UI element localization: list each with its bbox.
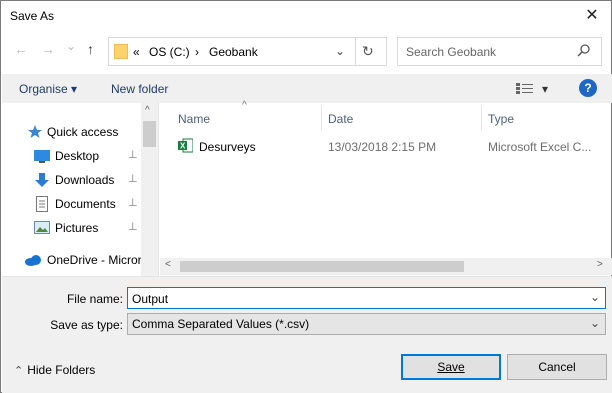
sidebar-item-label: OneDrive - Micror	[47, 253, 142, 267]
pane-divider	[158, 103, 159, 276]
save-as-dialog: Save As ✕ ← → ⌄ ↑ « OS (C:) › Geobank ⌄ …	[0, 0, 612, 393]
cancel-button[interactable]: Cancel	[507, 354, 607, 380]
hide-folders-label: Hide Folders	[27, 363, 96, 377]
up-arrow-icon[interactable]: ↑	[87, 41, 94, 57]
scroll-right-icon[interactable]: >	[597, 259, 603, 270]
pin-icon: ⊥	[128, 149, 138, 161]
pin-icon: ⊥	[128, 197, 138, 209]
view-options-icon[interactable]	[516, 82, 534, 95]
pin-icon: ⊥	[128, 221, 138, 233]
breadcrumb-drive[interactable]: OS (C:)	[149, 45, 190, 59]
sidebar-item-label: Documents	[55, 197, 116, 211]
close-button[interactable]: ✕	[579, 4, 605, 28]
chevron-up-icon: ⌃	[14, 365, 24, 377]
help-icon[interactable]: ?	[579, 79, 597, 97]
file-type: Microsoft Excel C...	[488, 140, 592, 154]
hide-folders-button[interactable]: ⌃ Hide Folders	[14, 363, 95, 377]
breadcrumb-overflow[interactable]: «	[133, 45, 140, 59]
breadcrumb-folder[interactable]: Geobank	[209, 45, 258, 59]
sidebar-item-pictures[interactable]: Pictures ⊥	[2, 217, 142, 239]
search-icon[interactable]	[576, 43, 592, 59]
forward-arrow-icon[interactable]: →	[41, 41, 55, 57]
file-date: 13/03/2018 2:15 PM	[328, 140, 437, 154]
address-dropdown-icon[interactable]: ⌄	[335, 44, 345, 58]
sidebar-item-quick-access[interactable]: Quick access	[2, 121, 142, 143]
desktop-icon	[34, 150, 50, 163]
scrollbar-thumb[interactable]	[143, 121, 156, 147]
document-icon	[36, 196, 48, 212]
save-button-label: Save	[437, 360, 465, 374]
folder-icon	[114, 44, 128, 59]
save-as-type-select[interactable]: Comma Separated Values (*.csv) ⌄	[127, 313, 606, 335]
navigation-pane: Quick access Desktop ⊥ Downloads ⊥ Docum…	[2, 103, 158, 277]
file-name-input[interactable]	[132, 291, 572, 306]
excel-icon: X	[178, 138, 193, 153]
sidebar-item-desktop[interactable]: Desktop ⊥	[2, 145, 142, 167]
pin-icon: ⊥	[128, 173, 138, 185]
breadcrumb-separator[interactable]: ›	[195, 45, 199, 59]
sort-ascending-icon: ^	[242, 100, 247, 111]
sidebar-item-label: Downloads	[55, 173, 115, 187]
organise-menu[interactable]: Organise ▾	[19, 82, 77, 96]
sidebar-item-documents[interactable]: Documents ⊥	[2, 193, 142, 215]
dialog-title: Save As	[10, 9, 55, 23]
file-name: Desurveys	[199, 140, 256, 154]
cloud-icon	[25, 255, 41, 266]
refresh-icon[interactable]: ↻	[362, 43, 374, 60]
scroll-left-icon[interactable]: <	[165, 259, 171, 270]
scroll-up-icon[interactable]: ^	[145, 105, 150, 116]
file-list-scrollbar[interactable]: < >	[160, 258, 612, 275]
column-label: Name	[178, 112, 211, 126]
download-icon	[35, 173, 49, 187]
save-as-type-value: Comma Separated Values (*.csv)	[132, 317, 310, 331]
save-as-type-label: Save as type:	[50, 318, 123, 332]
new-folder-button[interactable]: New folder	[111, 82, 168, 96]
recent-locations-icon[interactable]: ⌄	[66, 39, 76, 53]
command-bar: Organise ▾ New folder ▾ ?	[2, 74, 612, 103]
address-bar[interactable]: « OS (C:) › Geobank ⌄ ↻	[108, 37, 387, 66]
star-icon	[28, 125, 42, 138]
picture-icon	[34, 221, 50, 234]
sidebar-scrollbar[interactable]: ^	[141, 103, 158, 276]
column-header-type[interactable]: Type	[482, 105, 611, 131]
save-as-type-dropdown-icon[interactable]: ⌄	[590, 316, 600, 330]
column-header-date[interactable]: Date	[322, 105, 480, 131]
sidebar-item-label: Desktop	[55, 149, 100, 163]
sidebar-item-downloads[interactable]: Downloads ⊥	[2, 169, 142, 191]
sidebar-item-label: Pictures	[55, 221, 99, 235]
sidebar-item-onedrive[interactable]: OneDrive - Micror	[2, 249, 142, 271]
table-row[interactable]: X Desurveys 13/03/2018 2:15 PM Microsoft…	[171, 135, 611, 157]
column-header-name[interactable]: Name ^	[171, 100, 321, 131]
file-name-field[interactable]: ⌄	[127, 287, 606, 309]
column-label: Type	[488, 112, 515, 126]
address-divider	[355, 38, 356, 65]
search-box[interactable]: Search Geobank	[397, 37, 602, 66]
column-label: Date	[328, 112, 354, 126]
sidebar-item-label: Quick access	[47, 125, 119, 139]
back-arrow-icon[interactable]: ←	[14, 41, 28, 57]
svg-text:X: X	[180, 142, 186, 151]
search-input[interactable]: Search Geobank	[406, 45, 496, 59]
scrollbar-thumb[interactable]	[180, 261, 464, 272]
view-dropdown-icon[interactable]: ▾	[542, 82, 548, 96]
file-name-dropdown-icon[interactable]: ⌄	[590, 290, 600, 304]
file-name-label: File name:	[66, 292, 123, 306]
save-button[interactable]: Save	[401, 354, 501, 380]
